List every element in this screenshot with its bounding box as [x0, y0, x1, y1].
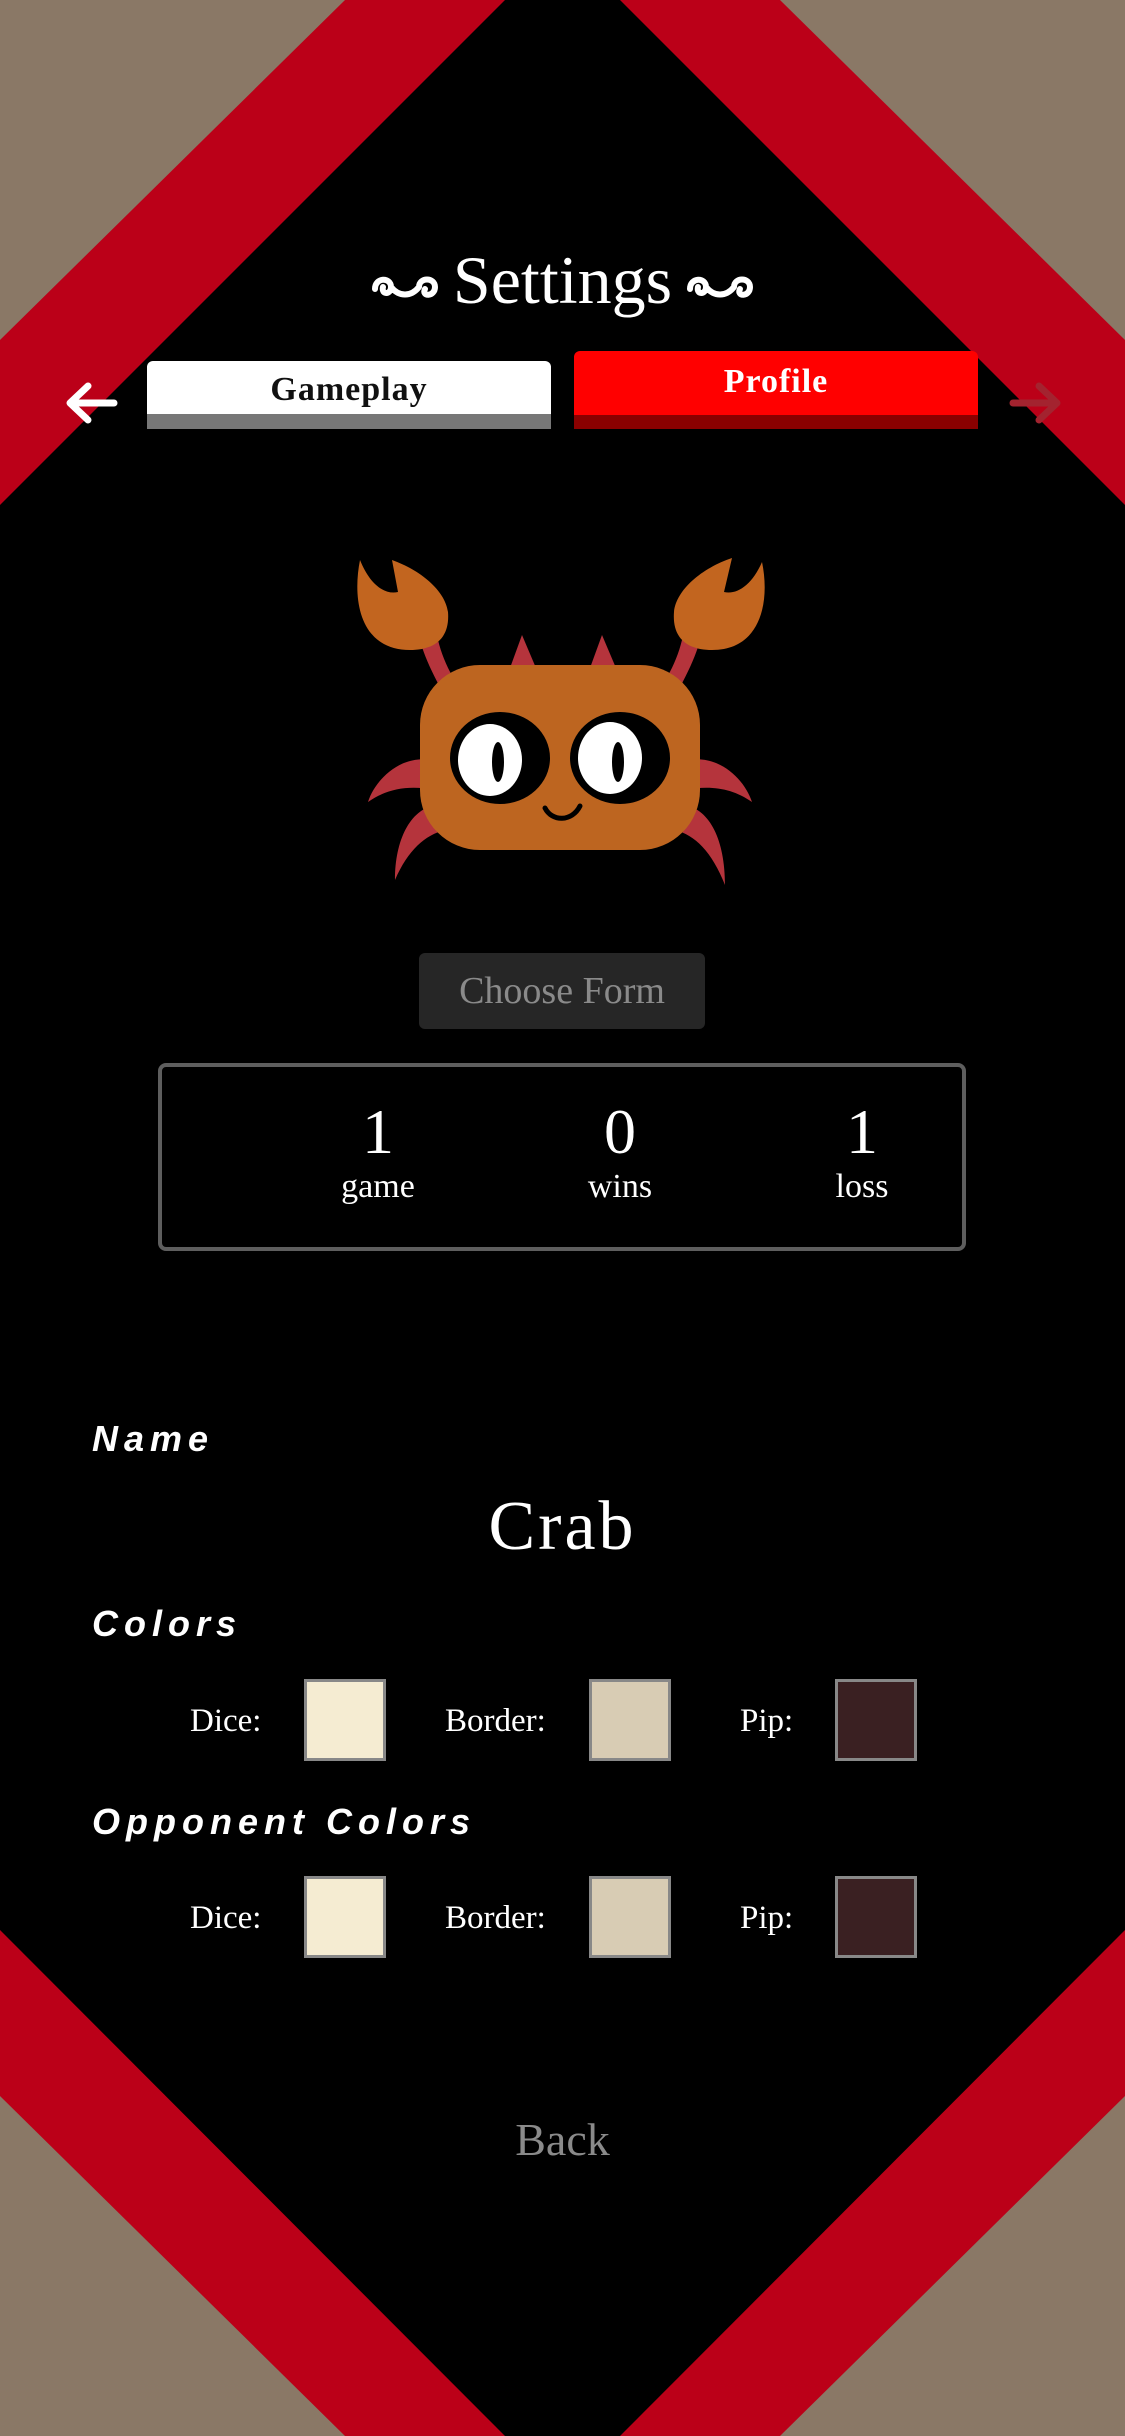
opponent-pip-color-swatch[interactable]	[835, 1876, 917, 1958]
name-section-label: Name	[92, 1418, 215, 1459]
opponent-pip-color-label: Pip:	[740, 1900, 794, 1936]
stat-label: loss	[835, 1168, 889, 1205]
opponent-border-color-swatch[interactable]	[589, 1876, 671, 1958]
pip-color-swatch[interactable]	[835, 1679, 917, 1761]
arrow-right-icon[interactable]	[1005, 378, 1065, 428]
swirl-ornament-icon	[687, 276, 754, 299]
tab-profile[interactable]: Profile	[574, 351, 978, 429]
border-color-label: Border:	[445, 1703, 546, 1739]
back-button[interactable]: Back	[0, 2112, 1125, 2168]
stat-value: 1	[362, 1096, 394, 1167]
pip-color-label: Pip:	[740, 1703, 794, 1739]
player-name[interactable]: Crab	[0, 1487, 1125, 1567]
opponent-dice-color-label: Dice:	[190, 1900, 262, 1936]
stat-label: game	[341, 1168, 415, 1205]
dice-color-swatch[interactable]	[304, 1679, 386, 1761]
title-text: Settings	[452, 242, 673, 318]
border-color-swatch[interactable]	[589, 1679, 671, 1761]
dice-color-label: Dice:	[190, 1703, 262, 1739]
stat-wins: 0 wins	[520, 1097, 720, 1207]
opponent-border-color-label: Border:	[445, 1900, 546, 1936]
stat-label: wins	[587, 1168, 653, 1205]
colors-section-label: Colors	[92, 1603, 243, 1644]
opponent-dice-color-swatch[interactable]	[304, 1876, 386, 1958]
choose-form-button[interactable]: Choose Form	[419, 953, 705, 1029]
opponent-colors-section-label: Opponent Colors	[92, 1801, 476, 1842]
stat-losses: 1 loss	[762, 1097, 962, 1207]
crab-icon	[357, 558, 765, 885]
tab-gameplay[interactable]: Gameplay	[147, 361, 551, 429]
stat-games: 1 game	[278, 1097, 478, 1207]
stat-value: 1	[846, 1096, 878, 1167]
swirl-ornament-icon	[371, 276, 438, 299]
stat-value: 0	[604, 1096, 636, 1167]
arrow-left-icon[interactable]	[62, 378, 122, 428]
page-title: Settings	[0, 240, 1125, 320]
stats-panel: 1 game 0 wins 1 loss	[158, 1063, 966, 1251]
